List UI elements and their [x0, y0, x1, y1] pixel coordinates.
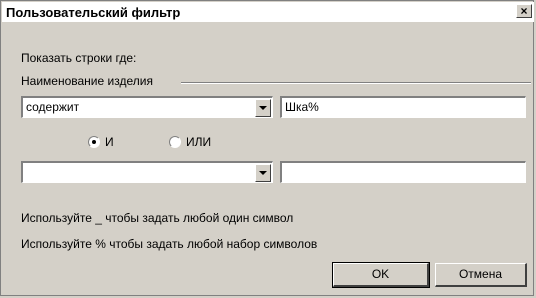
radio-or-label: ИЛИ [186, 135, 212, 149]
ok-button[interactable]: OK [332, 262, 430, 288]
close-button[interactable]: × [516, 4, 532, 18]
value-input-1-text: Шка% [285, 100, 319, 114]
value-input-2[interactable] [280, 161, 526, 183]
close-icon: × [520, 4, 528, 18]
group-divider [181, 82, 531, 84]
show-rows-label: Показать строки где: [21, 51, 137, 65]
hint-underscore: Используйте _ чтобы задать любой один си… [21, 211, 294, 225]
radio-and[interactable] [88, 136, 100, 148]
custom-filter-dialog: Пользовательский фильтр × Показать строк… [0, 0, 534, 296]
operator-select-1-value: содержит [26, 100, 80, 114]
operator-select-2[interactable] [21, 161, 273, 183]
value-input-1[interactable]: Шка% [280, 96, 526, 118]
radio-and-label: И [105, 135, 114, 149]
cancel-button[interactable]: Отмена [435, 263, 527, 287]
title-bar: Пользовательский фильтр × [2, 2, 534, 22]
dialog-title: Пользовательский фильтр [6, 5, 181, 20]
chevron-down-icon [259, 106, 267, 110]
dropdown-button-1[interactable] [255, 99, 271, 117]
chevron-down-icon [259, 171, 267, 175]
radio-or[interactable] [169, 136, 181, 148]
radio-and-selected-dot [92, 140, 96, 144]
dropdown-button-2[interactable] [255, 164, 271, 182]
hint-percent: Используйте % чтобы задать любой набор с… [21, 237, 318, 251]
operator-select-1[interactable]: содержит [21, 96, 273, 118]
field-group-label: Наименование изделия [21, 74, 153, 88]
